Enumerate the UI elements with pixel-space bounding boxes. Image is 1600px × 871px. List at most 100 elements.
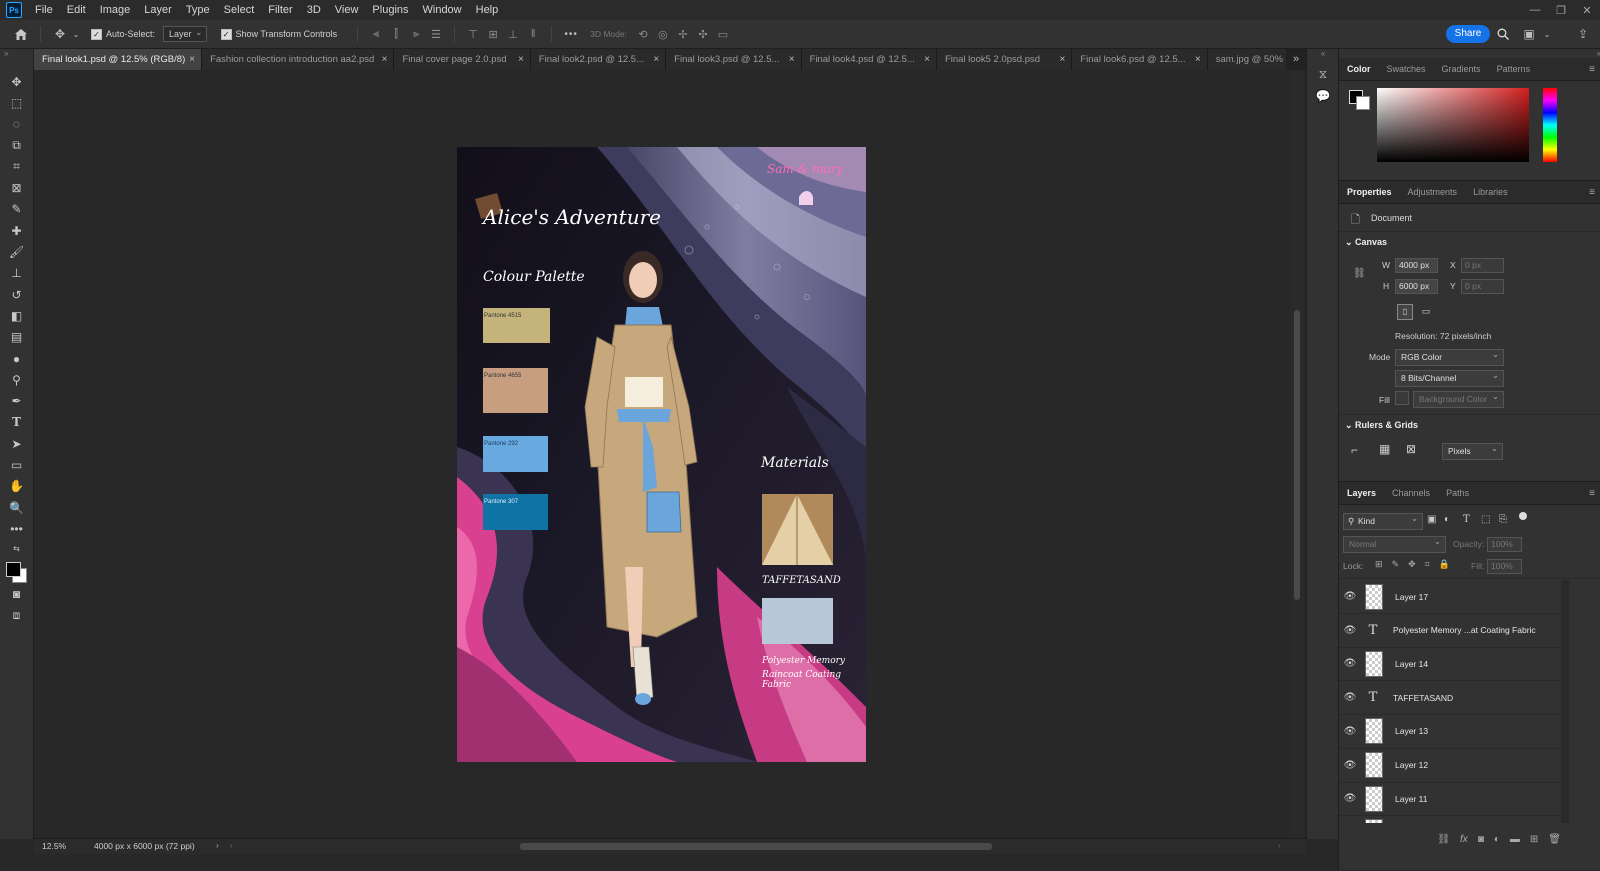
visibility-eye-icon[interactable]: 👁 (1339, 793, 1361, 804)
grid-icon[interactable]: ▦ (1379, 442, 1390, 456)
close-window-icon[interactable]: ✕ (1574, 0, 1600, 20)
dodge-tool-icon[interactable]: ⚲ (0, 369, 33, 390)
distribute-vertical-icon[interactable]: ‖ (523, 24, 543, 44)
fill-color-swatch[interactable] (1395, 391, 1409, 405)
new-group-icon[interactable]: ▬ (1510, 834, 1520, 845)
move-tool-icon[interactable]: ✥ (0, 71, 33, 92)
close-tab-icon[interactable]: × (518, 54, 524, 65)
collapse-icon[interactable]: » (0, 49, 33, 71)
align-left-icon[interactable]: ⫷ (366, 24, 386, 44)
close-tab-icon[interactable]: × (189, 54, 195, 65)
checkbox-checked-icon[interactable]: ✓ (91, 28, 102, 40)
y-input[interactable]: 0 px (1461, 279, 1504, 294)
3d-pan-icon[interactable]: ✢ (673, 24, 693, 44)
height-input[interactable]: 6000 px (1395, 279, 1438, 294)
checkbox-checked-icon[interactable]: ✓ (220, 28, 232, 40)
clone-stamp-tool-icon[interactable]: ⊥ (0, 263, 33, 284)
x-input[interactable]: 0 px (1461, 258, 1504, 273)
tab-color[interactable]: Color (1339, 58, 1379, 80)
tab-channels[interactable]: Channels (1384, 482, 1438, 504)
vertical-scrollbar[interactable] (1290, 70, 1304, 838)
menu-file[interactable]: File (28, 0, 60, 20)
history-panel-icon[interactable]: ⧖ (1307, 67, 1339, 89)
export-icon[interactable]: ⇪ (1572, 23, 1594, 45)
align-center-icon[interactable]: ⫿ (386, 24, 406, 44)
fx-icon[interactable]: fx (1460, 834, 1468, 845)
menu-window[interactable]: Window (416, 0, 469, 20)
opacity-input[interactable]: 100% (1487, 537, 1522, 552)
document-tab[interactable]: Final look3.psd @ 12.5... × (666, 49, 802, 70)
close-tab-icon[interactable]: × (382, 54, 388, 65)
layer-row[interactable]: 👁 T TAFFETASAND (1339, 681, 1561, 716)
bit-depth-dropdown[interactable]: 8 Bits/Channel (1395, 368, 1504, 387)
panel-menu-icon[interactable]: ≡ (1589, 187, 1595, 198)
crop-tool-icon[interactable]: ⌗ (0, 156, 33, 177)
tabs-overflow-icon[interactable]: » (1286, 49, 1306, 70)
close-tab-icon[interactable]: × (789, 54, 795, 65)
zoom-tool-icon[interactable]: 🔍 (0, 497, 33, 518)
edit-toolbar-icon[interactable]: ••• (0, 518, 33, 539)
menu-filter[interactable]: Filter (261, 0, 299, 20)
chevron-right-icon[interactable]: › (216, 840, 219, 850)
menu-edit[interactable]: Edit (60, 0, 93, 20)
eraser-tool-icon[interactable]: ◧ (0, 305, 33, 326)
layer-row[interactable]: 👁 Layer 11 (1339, 782, 1561, 817)
tab-swatches[interactable]: Swatches (1379, 58, 1434, 80)
quick-mask-icon[interactable]: ◙ (0, 584, 33, 605)
3d-orbit-icon[interactable]: ⟲ (633, 24, 653, 44)
move-tool-icon[interactable]: ✥ (49, 23, 71, 45)
panel-menu-icon[interactable]: ≡ (1589, 488, 1595, 499)
home-icon[interactable] (10, 23, 32, 45)
tab-adjustments[interactable]: Adjustments (1400, 181, 1466, 203)
menu-image[interactable]: Image (93, 0, 138, 20)
menu-help[interactable]: Help (469, 0, 506, 20)
collapse-icon[interactable]: « (1307, 49, 1339, 61)
layer-row[interactable]: 👁 T Polyester Memory ...at Coating Fabric (1339, 614, 1561, 648)
tab-paths[interactable]: Paths (1438, 482, 1477, 504)
share-button[interactable]: Share (1446, 25, 1490, 43)
tab-libraries[interactable]: Libraries (1465, 181, 1516, 203)
saturation-value-picker[interactable] (1377, 88, 1529, 162)
visibility-eye-icon[interactable]: 👁 (1339, 591, 1361, 602)
more-options-icon[interactable]: ••• (560, 23, 582, 45)
search-icon[interactable] (1492, 23, 1514, 45)
document-tab[interactable]: Final look1.psd @ 12.5% (RGB/8) × (34, 49, 203, 70)
document-tab[interactable]: Final look6.psd @ 12.5... × (1072, 49, 1208, 70)
canvas-section-toggle[interactable]: ⌄ Canvas (1345, 237, 1387, 248)
visibility-eye-icon[interactable]: 👁 (1339, 692, 1361, 703)
hand-tool-icon[interactable]: ✋ (0, 476, 33, 497)
gradient-tool-icon[interactable]: ▤ (0, 327, 33, 348)
workspace-icon[interactable]: ▣ (1518, 23, 1540, 45)
scroll-left-icon[interactable]: ‹ (230, 840, 233, 850)
visibility-eye-icon[interactable]: 👁 (1339, 625, 1361, 636)
auto-select-dropdown[interactable]: Layer (163, 25, 207, 42)
document-tab[interactable]: Final look2.psd @ 12.5... × (530, 49, 667, 70)
align-middle-icon[interactable]: ⊞ (483, 24, 503, 44)
portrait-orientation-icon[interactable]: ▯ (1397, 304, 1413, 320)
units-dropdown[interactable]: Pixels (1442, 441, 1503, 460)
layer-row[interactable]: 👁 Layer 14 (1339, 647, 1561, 682)
adjustment-filter-icon[interactable]: ◐ (1444, 514, 1450, 525)
tab-properties[interactable]: Properties (1339, 181, 1400, 203)
layer-row[interactable]: 👁Layer 10 (1339, 816, 1561, 823)
swap-colors-icon[interactable]: ⇆ (0, 540, 33, 558)
align-top-icon[interactable]: ⊤ (463, 24, 483, 44)
align-right-icon[interactable]: ⫸ (406, 24, 426, 44)
pen-tool-icon[interactable]: ✒ (0, 390, 33, 411)
visibility-eye-icon[interactable]: 👁 (1339, 760, 1361, 771)
vertical-scrollbar-thumb[interactable] (1294, 310, 1300, 600)
eyedropper-tool-icon[interactable]: ✎ (0, 199, 33, 220)
ruler-icon[interactable]: ⌐ (1351, 443, 1358, 457)
show-transform-checkbox[interactable]: ✓ Show Transform Controls (220, 28, 337, 40)
add-mask-icon[interactable]: ◙ (1478, 834, 1484, 845)
blur-tool-icon[interactable]: ● (0, 348, 33, 369)
menu-3d[interactable]: 3D (300, 0, 328, 20)
restore-icon[interactable]: ❐ (1548, 0, 1574, 20)
3d-scale-icon[interactable]: ▭ (713, 24, 733, 44)
adjustment-layer-icon[interactable]: ◐ (1494, 834, 1500, 845)
minimize-icon[interactable]: — (1522, 0, 1548, 20)
chevron-down-icon[interactable]: ⌄ (1542, 23, 1552, 45)
lock-icons[interactable]: ⊞✎✥⌗🔒 (1375, 559, 1459, 570)
link-icon[interactable]: ⛓ (1353, 268, 1366, 279)
trash-icon[interactable]: 🗑 (1548, 834, 1561, 845)
